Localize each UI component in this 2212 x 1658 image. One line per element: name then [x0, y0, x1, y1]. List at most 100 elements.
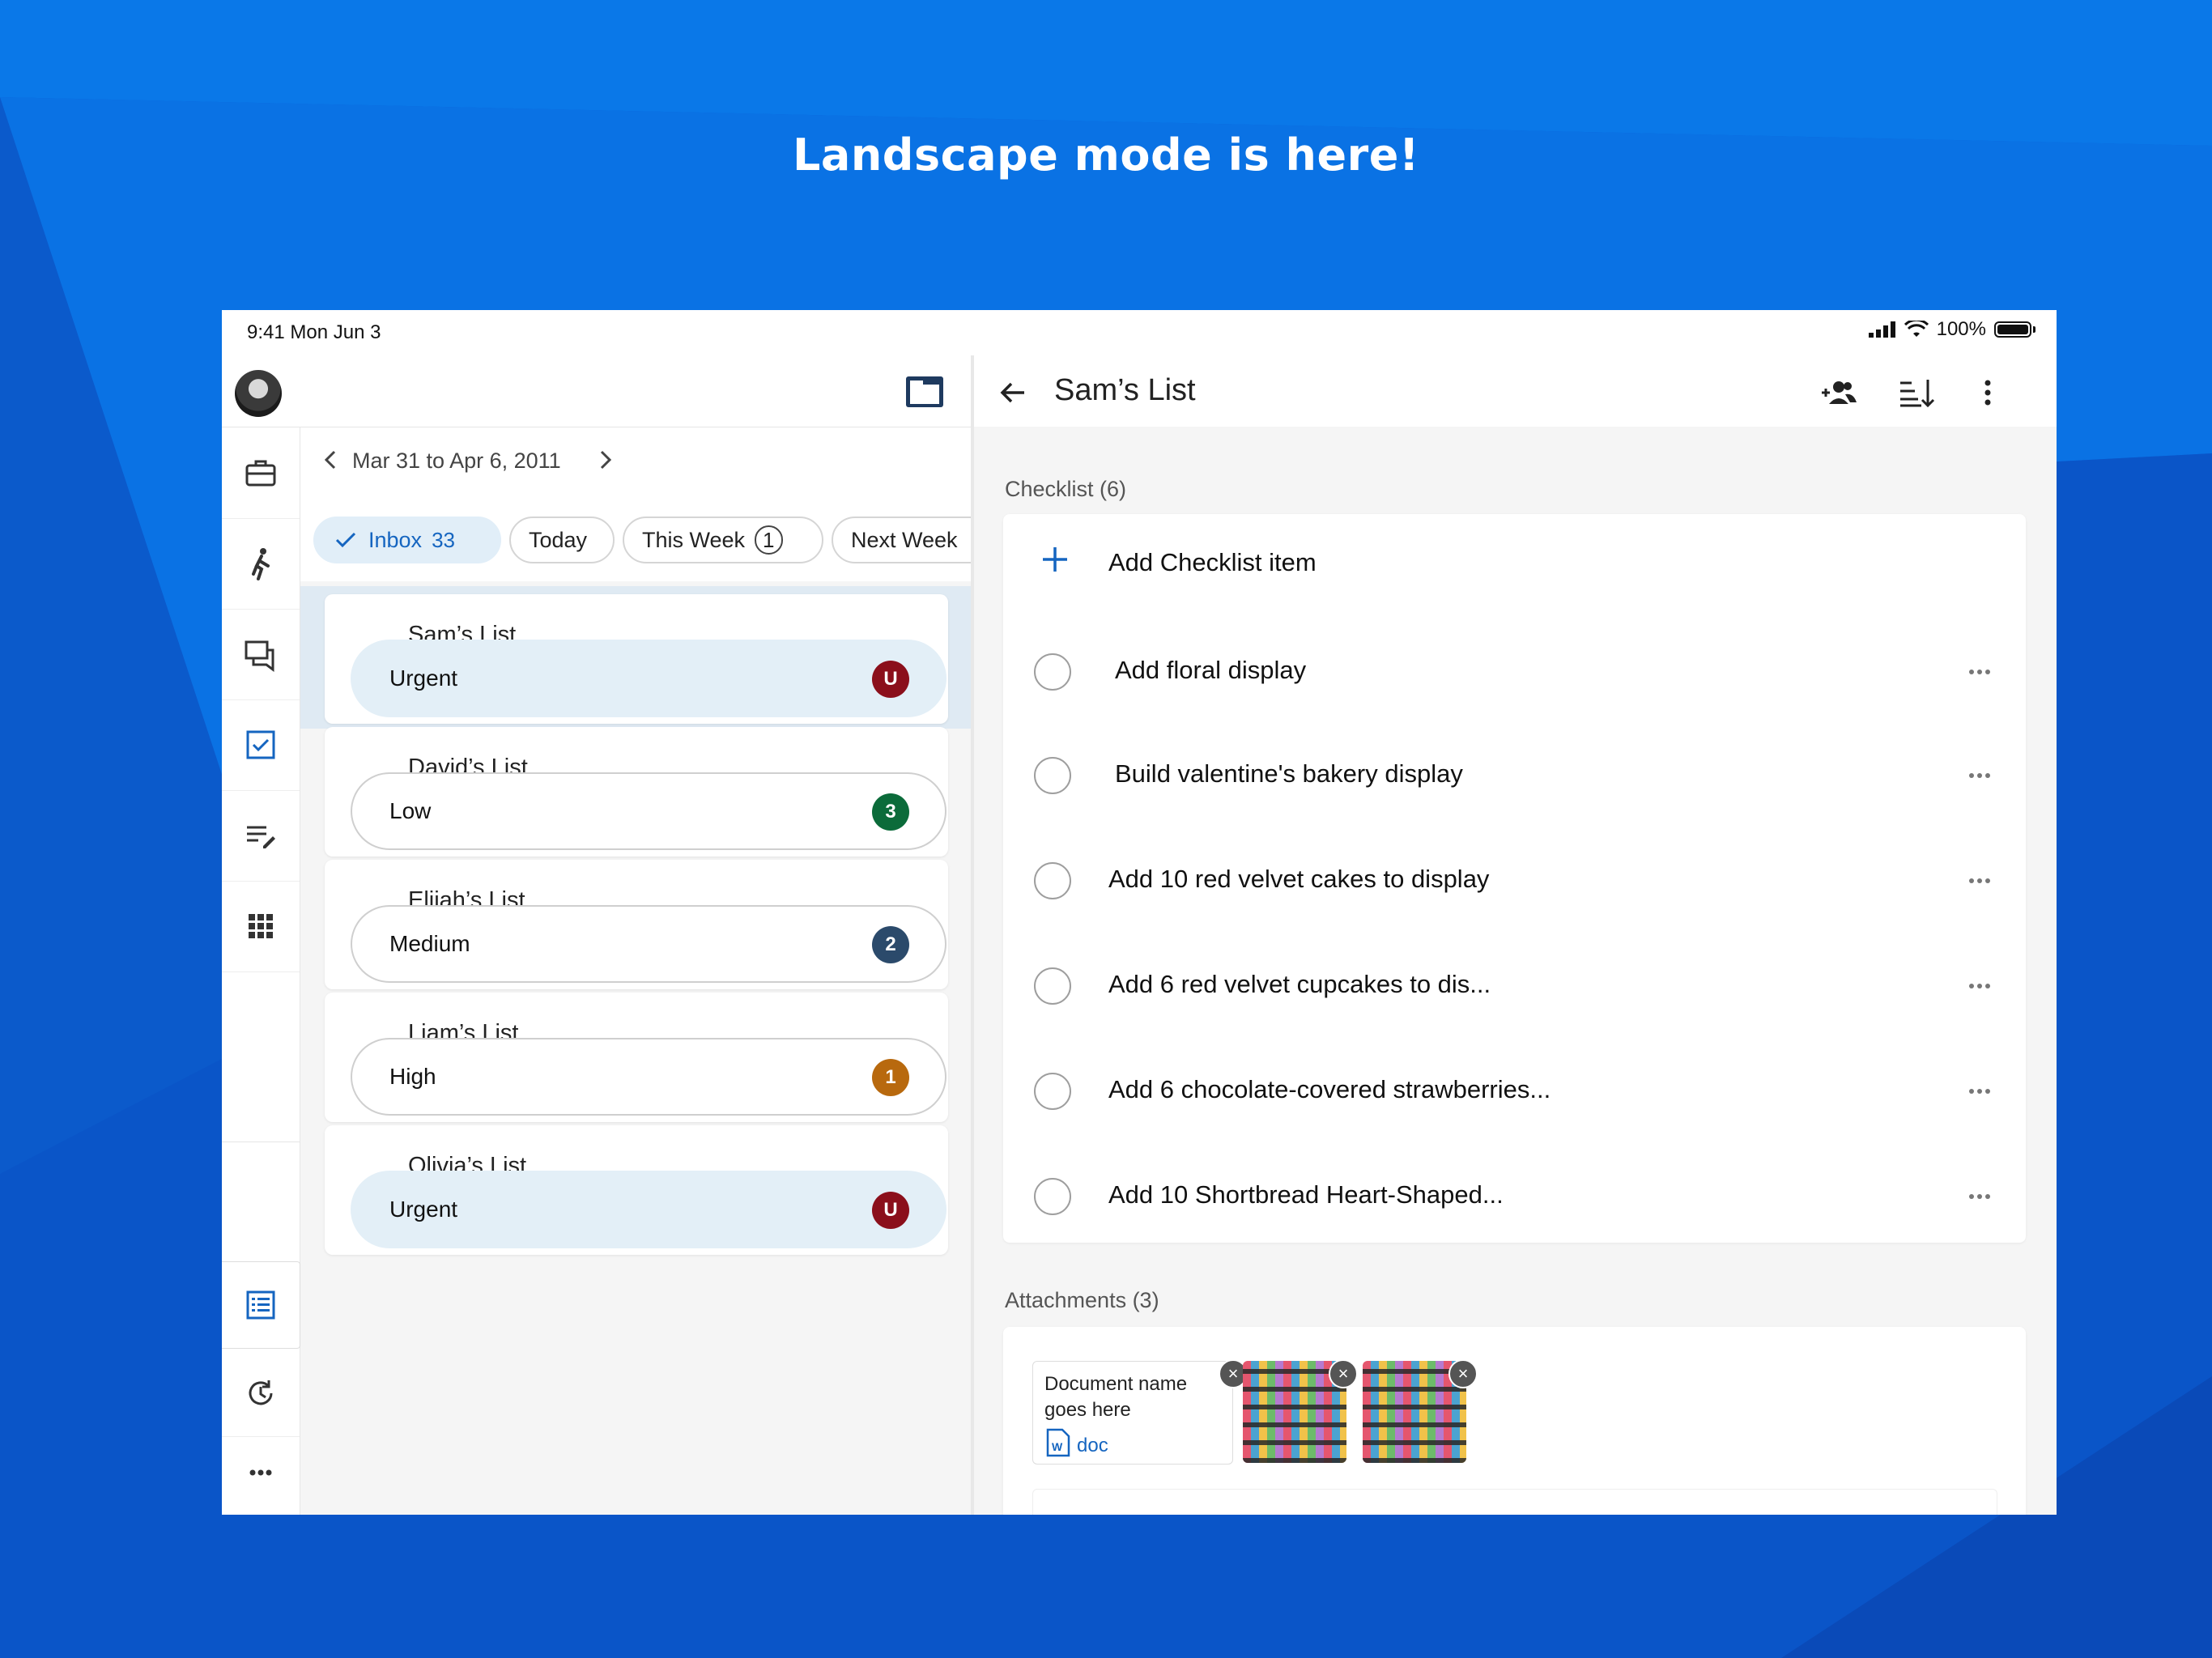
checklist-item-text: Build valentine's bakery display [1115, 759, 1463, 788]
checklist-item-text: Add 6 chocolate-covered strawberries... [1108, 1075, 1551, 1103]
priority-badge: U [872, 1192, 909, 1229]
document-type: doc [1077, 1435, 1108, 1456]
chip-inbox[interactable]: Inbox 33 [313, 517, 501, 563]
edit-list-icon [247, 826, 275, 848]
checklist-item[interactable]: Add 10 Shortbread Heart-Shaped... [1003, 1144, 2026, 1249]
folder-icon[interactable] [904, 373, 945, 410]
checklist-checkbox[interactable] [1034, 967, 1071, 1005]
history-icon [249, 1380, 273, 1405]
chip-next-week-label: Next Week [851, 527, 958, 552]
checklist-label: Checklist (6) [1005, 477, 1127, 501]
rail-list-view[interactable] [222, 1261, 300, 1349]
list-card[interactable]: Sam’s List Urgent U [325, 594, 948, 724]
rail-more[interactable] [222, 1436, 300, 1509]
date-range: Mar 31 to Apr 6, 2011 [352, 449, 561, 473]
rail-apps[interactable] [222, 881, 300, 972]
checklist-checkbox[interactable] [1034, 1073, 1071, 1110]
battery-icon [1994, 321, 2031, 338]
back-arrow-icon[interactable] [997, 376, 1029, 409]
nav-rail [222, 427, 300, 1515]
rail-tasks[interactable] [222, 699, 300, 791]
attachments-panel: Document name goes here W doc × × × [1003, 1327, 2026, 1515]
more-horizontal-icon[interactable] [1961, 967, 1998, 1005]
chip-this-week[interactable]: This Week 1 [623, 517, 823, 563]
chip-next-week[interactable]: Next Week [832, 517, 993, 563]
battery-percent: 100% [1936, 318, 1986, 340]
checkbox-icon [246, 730, 275, 759]
chevron-right-icon[interactable] [590, 445, 619, 474]
priority-pill[interactable]: Urgent U [351, 1171, 946, 1248]
list-card[interactable]: Elijah’s List Medium 2 [325, 860, 948, 989]
tablet-screen: 9:41 Mon Jun 3 100% Mar 31 to Apr 6, 201… [222, 310, 2057, 1515]
chip-today[interactable]: Today [509, 517, 615, 563]
user-avatar[interactable] [235, 370, 282, 417]
document-attachment[interactable]: Document name goes here W doc [1032, 1361, 1233, 1465]
filter-chips: Inbox 33 Today This Week 1 Next Week [300, 492, 993, 581]
chevron-left-icon[interactable] [317, 445, 346, 474]
rail-messages[interactable] [222, 609, 300, 700]
priority-badge: U [872, 661, 909, 698]
checklist-checkbox[interactable] [1034, 862, 1071, 899]
more-horizontal-icon[interactable] [1961, 757, 1998, 794]
rail-history[interactable] [222, 1350, 300, 1437]
checklist-checkbox[interactable] [1034, 1178, 1071, 1215]
list-view-icon [246, 1290, 275, 1320]
checklist-item[interactable]: Add floral display [1003, 619, 2026, 725]
rail-spacer [222, 971, 300, 1142]
priority-label: Urgent [389, 665, 458, 691]
attachments-label: Attachments (3) [1005, 1288, 1159, 1312]
checklist-checkbox[interactable] [1034, 757, 1071, 794]
detail-title: Sam’s List [1054, 373, 1196, 407]
remove-attachment-icon[interactable]: × [1329, 1359, 1358, 1388]
chip-inbox-count: 33 [432, 528, 455, 552]
left-pane: Mar 31 to Apr 6, 2011 Inbox 33 Today Thi… [222, 355, 993, 1515]
checklist-item[interactable]: Add 6 red velvet cupcakes to dis... [1003, 933, 2026, 1039]
right-pane: Sam’s List Checklist (6) Add Checklist i… [974, 355, 2057, 1515]
priority-label: High [389, 1064, 436, 1089]
list-card[interactable]: Liam’s List High 1 [325, 993, 948, 1122]
priority-pill[interactable]: Medium 2 [351, 905, 946, 983]
priority-badge: 1 [872, 1059, 909, 1096]
priority-pill[interactable]: High 1 [351, 1038, 946, 1116]
add-people-icon[interactable] [1819, 375, 1858, 410]
chip-this-week-label: This Week [642, 527, 746, 552]
walking-person-icon [252, 548, 270, 580]
list-card[interactable]: David’s List Low 3 [325, 727, 948, 857]
rail-activity[interactable] [222, 518, 300, 610]
checklist-checkbox[interactable] [1034, 653, 1071, 691]
remove-attachment-icon[interactable]: × [1448, 1359, 1478, 1388]
list-card[interactable]: Olivia’s List Urgent U [325, 1125, 948, 1255]
chip-this-week-count: 1 [755, 525, 783, 555]
checklist-item-text: Add 10 Shortbread Heart-Shaped... [1108, 1180, 1504, 1209]
sort-icon[interactable] [1897, 375, 1936, 410]
more-horizontal-icon[interactable] [1961, 1178, 1998, 1215]
more-horizontal-icon[interactable] [1961, 862, 1998, 899]
checklist-item[interactable]: Add 10 red velvet cakes to display [1003, 828, 2026, 933]
word-doc-icon: W [1046, 1428, 1070, 1457]
headline: Landscape mode is here! [793, 130, 1419, 181]
briefcase-icon [245, 460, 276, 487]
priority-pill[interactable]: Urgent U [351, 640, 946, 717]
rail-briefcase[interactable] [222, 427, 300, 519]
date-bar: Mar 31 to Apr 6, 2011 [300, 427, 971, 493]
chip-today-label: Today [529, 527, 588, 552]
next-card-edge [1032, 1489, 1997, 1515]
document-name: Document name goes here [1044, 1373, 1188, 1421]
checklist-item-text: Add 6 red velvet cupcakes to dis... [1108, 970, 1491, 998]
checklist-item[interactable]: Add 6 chocolate-covered strawberries... [1003, 1039, 2026, 1144]
priority-badge: 2 [872, 926, 909, 963]
add-checklist-row[interactable]: Add Checklist item [1003, 514, 2026, 619]
left-top-bar [222, 355, 971, 427]
more-vertical-icon[interactable] [1968, 375, 2007, 410]
more-horizontal-icon[interactable] [1961, 1073, 1998, 1110]
add-checklist-label: Add Checklist item [1108, 548, 1317, 576]
status-time: 9:41 Mon Jun 3 [247, 321, 381, 343]
rail-notes[interactable] [222, 790, 300, 882]
svg-text:W: W [1052, 1440, 1063, 1453]
checklist-item[interactable]: Build valentine's bakery display [1003, 723, 2026, 828]
priority-pill[interactable]: Low 3 [351, 772, 946, 850]
detail-header: Sam’s List [974, 355, 2057, 427]
list-area: Mar 31 to Apr 6, 2011 Inbox 33 Today Thi… [300, 427, 993, 1515]
more-horizontal-icon[interactable] [1961, 653, 1998, 691]
checklist-panel: Add Checklist item Add floral display Bu… [1003, 514, 2026, 1243]
